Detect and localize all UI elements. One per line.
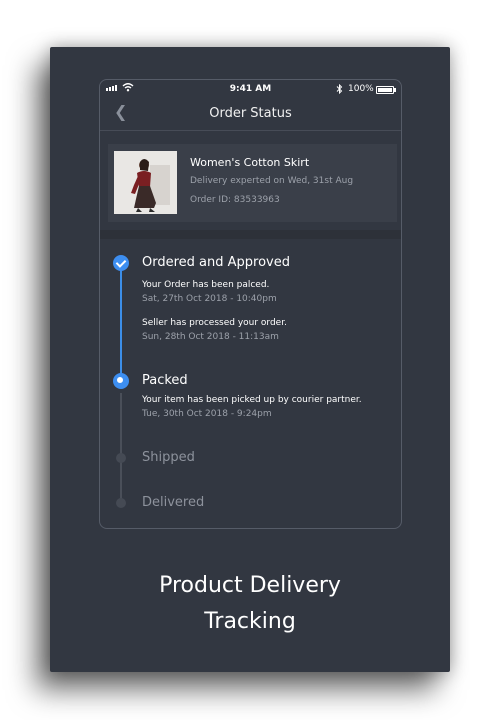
- bluetooth-icon: [336, 84, 343, 94]
- phone-screen: 9:41 AM 100% ❮ Order Status Women's Cott…: [99, 79, 402, 529]
- nav-bar: ❮ Order Status: [100, 98, 401, 131]
- event-time: Sun, 28th Oct 2018 - 11:13am: [142, 332, 279, 342]
- product-card[interactable]: Women's Cotton Skirt Delivery experted o…: [108, 144, 397, 222]
- page-title: Order Status: [209, 106, 292, 121]
- order-id: Order ID: 83533963: [190, 195, 280, 205]
- current-step-icon: [113, 373, 129, 389]
- presentation-caption: Product Delivery Tracking: [50, 568, 450, 640]
- caption-line-2: Tracking: [204, 609, 296, 634]
- timeline-pending-line: [120, 393, 122, 503]
- section-divider: [100, 230, 401, 239]
- status-bar: 9:41 AM 100%: [100, 80, 401, 98]
- pending-step-icon: [116, 498, 126, 508]
- event-time: Tue, 30th Oct 2018 - 9:24pm: [142, 409, 272, 419]
- event-text: Your Order has been palced.: [142, 280, 270, 290]
- battery-icon: [376, 86, 396, 94]
- pending-step-icon: [116, 453, 126, 463]
- product-name: Women's Cotton Skirt: [190, 156, 310, 169]
- step-packed-title: Packed: [142, 373, 188, 388]
- timeline-progress-line: [120, 263, 122, 380]
- caption-line-1: Product Delivery: [159, 573, 341, 598]
- step-ordered-title: Ordered and Approved: [142, 255, 290, 270]
- product-image: [114, 151, 177, 214]
- battery-percent: 100%: [348, 84, 374, 94]
- step-shipped-title: Shipped: [142, 450, 195, 465]
- event-text: Seller has processed your order.: [142, 318, 287, 328]
- check-icon: [113, 255, 129, 271]
- delivery-estimate: Delivery experted on Wed, 31st Aug: [190, 176, 354, 186]
- event-time: Sat, 27th Oct 2018 - 10:40pm: [142, 294, 277, 304]
- event-text: Your item has been picked up by courier …: [142, 395, 362, 405]
- step-delivered-title: Delivered: [142, 495, 205, 510]
